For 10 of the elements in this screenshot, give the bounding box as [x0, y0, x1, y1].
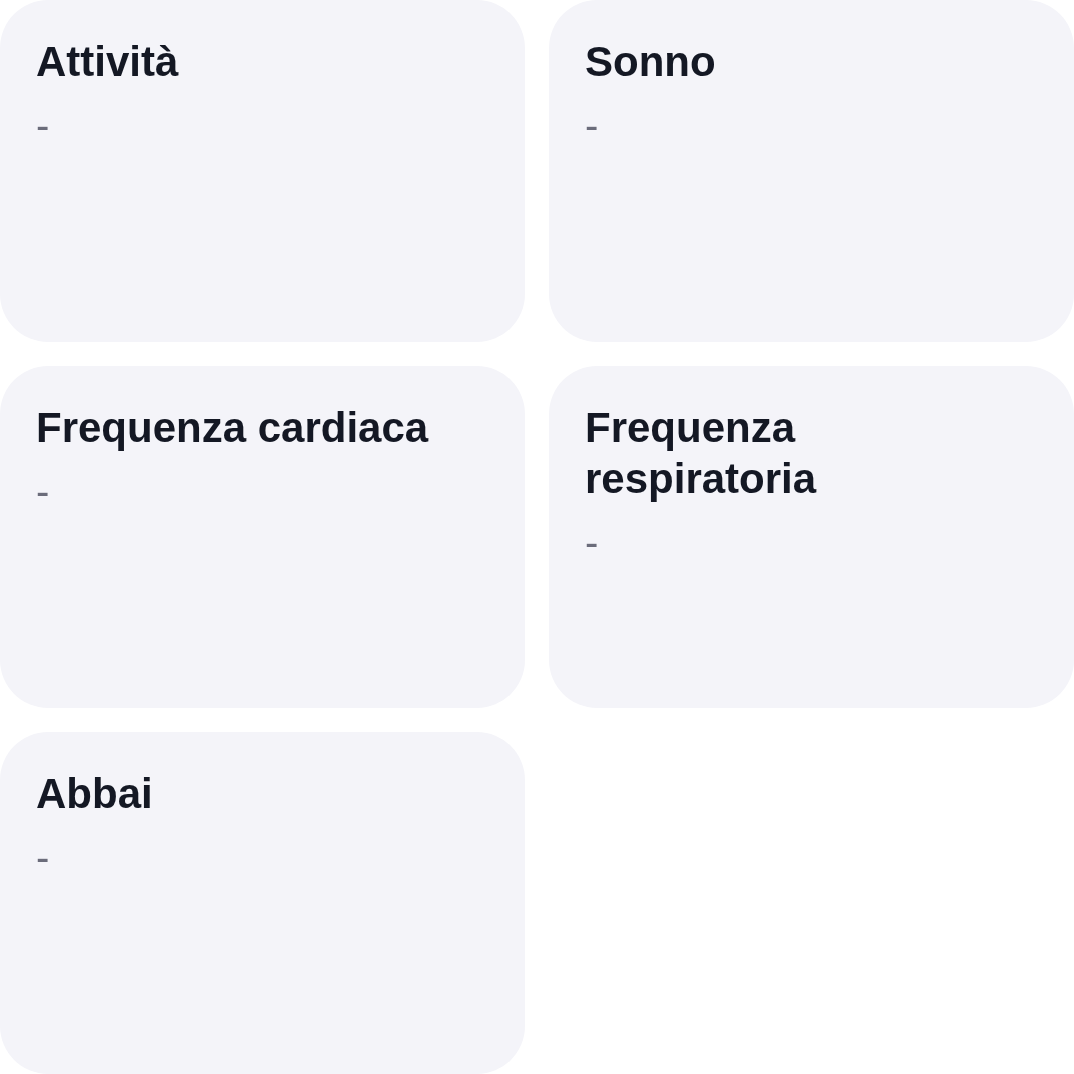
card-title: Frequenza respiratoria [585, 403, 818, 504]
card-value: - [36, 468, 50, 515]
card-title: Frequenza cardiaca [36, 403, 429, 453]
card-value: - [36, 102, 50, 149]
card-value: - [36, 834, 50, 881]
card-title: Attività [36, 37, 179, 87]
card-value: - [585, 519, 599, 566]
card-title: Sonno [585, 37, 716, 87]
card-title: Abbai [36, 769, 153, 819]
card-value: - [585, 102, 599, 149]
